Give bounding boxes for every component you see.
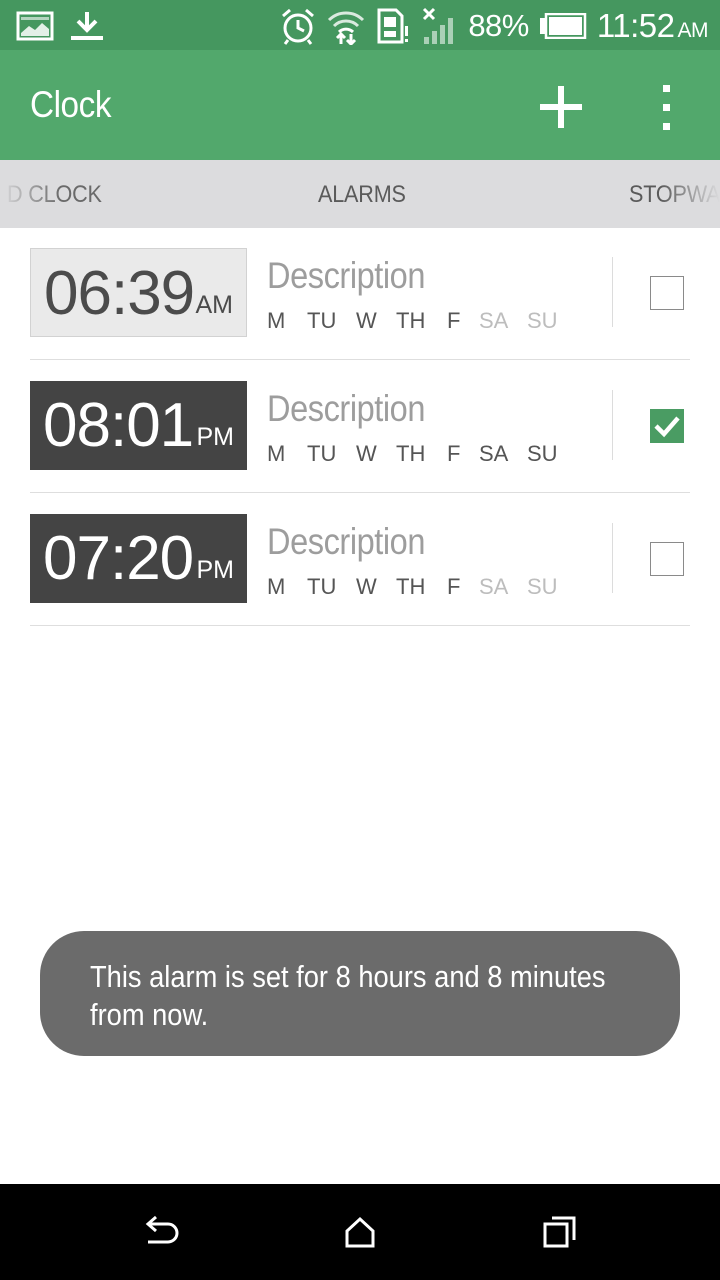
app-title: Clock [30,84,112,125]
day-label: SU [527,441,558,466]
toast-text: This alarm is set for 8 hours and 8 minu… [90,959,606,1032]
battery-icon [539,13,587,39]
day-label: F [447,441,461,466]
alarm-description[interactable]: Description [267,521,425,563]
overflow-menu-button[interactable] [648,78,688,138]
row-divider [612,390,613,460]
status-time-ampm: AM [677,19,709,42]
plus-icon [540,86,582,128]
alarm-time-box[interactable]: 06:39 AM [30,248,247,337]
row-divider [612,523,613,593]
day-label: TH [396,441,426,466]
more-vert-icon [663,85,670,130]
day-label: W [356,308,377,333]
sim-alert-icon [377,8,409,44]
alarm-toggle-checkbox[interactable] [650,542,684,576]
alarm-row[interactable]: 06:39 AM Description M TU W TH F SA SU [30,227,690,360]
alarm-ampm: AM [195,291,234,319]
day-label: SA [479,574,509,599]
day-label: TH [396,308,426,333]
add-alarm-button[interactable] [530,76,592,138]
alarm-time: 06:39 [44,259,195,328]
tab-fade-left [0,160,60,228]
notification-area [16,8,106,44]
status-time-value: 11:52 [596,7,675,44]
sync-wifi-icon [328,11,365,45]
day-label: M [267,574,286,599]
row-divider [612,257,613,327]
alarm-ampm: PM [196,423,235,451]
recents-icon [543,1216,576,1248]
day-label: TU [307,308,337,333]
alarm-row[interactable]: 07:20 PM Description M TU W TH F SA SU [30,493,690,626]
image-icon [16,11,54,41]
alarm-time-box[interactable]: 08:01 PM [30,381,247,470]
tab-bar: D CLOCK ALARMS STOPWA [0,160,720,228]
checkmark-icon [654,416,680,438]
day-label: SU [527,308,558,333]
alarm-row[interactable]: 08:01 PM Description M TU W TH F SA SU [30,360,690,493]
day-label: SU [527,574,558,599]
battery-percentage: 88% [468,8,529,43]
alarm-time: 08:01 [43,391,194,460]
back-button[interactable] [140,1212,180,1252]
day-label: SA [479,308,509,333]
home-icon [345,1216,375,1248]
action-bar: Clock [0,50,720,160]
status-time: 11:52 AM [596,7,709,45]
alarm-toggle-checkbox[interactable] [650,276,684,310]
day-label: TU [307,574,337,599]
day-label: W [356,574,377,599]
day-label: TH [396,574,426,599]
home-button[interactable] [340,1212,380,1252]
day-label: M [267,441,286,466]
alarm-ampm: PM [196,556,235,584]
back-icon [145,1215,179,1244]
alarm-description[interactable]: Description [267,388,425,430]
toast-message: This alarm is set for 8 hours and 8 minu… [40,931,680,1056]
day-label: SA [479,441,509,466]
day-label: W [356,441,377,466]
day-label: F [447,308,461,333]
day-label: M [267,308,286,333]
signal-icon [423,7,454,44]
alarm-description[interactable]: Description [267,255,425,297]
navigation-bar [0,1184,720,1280]
alarm-toggle-checkbox[interactable] [650,409,684,443]
day-label: F [447,574,461,599]
alarm-time-box[interactable]: 07:20 PM [30,514,247,603]
alarm-icon [282,8,315,45]
download-icon [71,12,103,40]
alarm-time: 07:20 [43,524,194,593]
tab-alarms[interactable]: ALARMS [318,181,406,209]
recents-button[interactable] [540,1212,580,1252]
system-status-area: 88% 11:52 AM [280,4,708,48]
tab-fade-right [660,160,720,228]
status-bar: 88% 11:52 AM [0,0,720,50]
day-label: TU [307,441,337,466]
